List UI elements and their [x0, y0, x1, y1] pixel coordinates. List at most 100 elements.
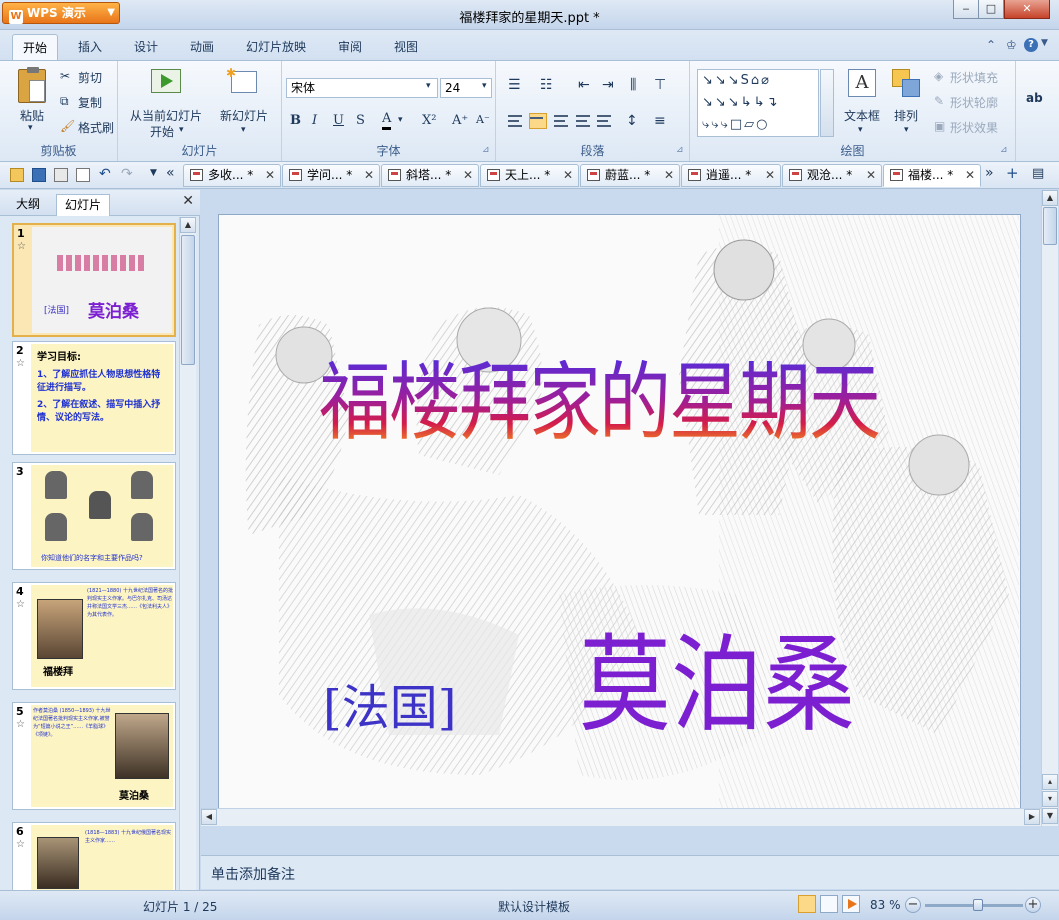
- notes-pane[interactable]: 单击添加备注: [201, 855, 1059, 889]
- doc-tab-active[interactable]: 福楼... * ✕: [883, 164, 981, 187]
- doc-tab[interactable]: 逍遥... * ✕: [681, 164, 781, 187]
- customize-qat-icon[interactable]: ▼: [150, 168, 157, 178]
- paste-icon[interactable]: [18, 67, 46, 103]
- notes-placeholder[interactable]: 单击添加备注: [211, 867, 295, 883]
- scrollbar-thumb[interactable]: [181, 235, 195, 365]
- slide-horizontal-scrollbar[interactable]: ◀ ▶: [201, 808, 1041, 826]
- shapes-gallery-scrollbar[interactable]: [820, 69, 834, 137]
- from-current-dropdown-icon[interactable]: ▾: [179, 125, 184, 135]
- close-tab-icon[interactable]: ✕: [965, 165, 975, 186]
- doc-tab[interactable]: 观沧... * ✕: [782, 164, 882, 187]
- tab-animation[interactable]: 动画: [190, 38, 214, 55]
- format-painter-button[interactable]: 格式刷: [78, 119, 114, 136]
- increase-indent-icon[interactable]: ⇥: [602, 77, 614, 93]
- arrange-icon[interactable]: [892, 69, 922, 97]
- collapse-ribbon-icon[interactable]: ⌃: [986, 38, 996, 52]
- distribute-icon[interactable]: [597, 115, 611, 127]
- text-direction-icon[interactable]: ⫼: [630, 77, 636, 93]
- thumbnail-scrollbar[interactable]: ▲: [179, 217, 196, 890]
- font-dialog-launcher-icon[interactable]: ⊿: [482, 145, 490, 155]
- tab-insert[interactable]: 插入: [78, 38, 102, 55]
- tab-slideshow[interactable]: 幻灯片放映: [246, 38, 306, 55]
- shapes-gallery[interactable]: ↘↘↘S⌂⌀ ↘↘↘↳↳↴ ⤷⤷⤷□▱○: [697, 69, 819, 137]
- cut-button[interactable]: 剪切: [78, 69, 102, 86]
- tab-view[interactable]: 视图: [394, 38, 418, 55]
- undo-icon[interactable]: ↶: [99, 166, 111, 182]
- justify-icon[interactable]: [576, 115, 590, 127]
- zoom-slider-thumb[interactable]: [973, 899, 983, 911]
- textbox-icon[interactable]: A: [848, 69, 876, 97]
- slide-thumbnail[interactable]: 5 ☆ 作者莫泊桑 (1850—1893) 十九世纪法国著名批判现实主义作家,被…: [12, 702, 176, 810]
- shape-effects-button[interactable]: 形状效果: [950, 119, 998, 136]
- grow-font-button[interactable]: A⁺: [452, 113, 468, 128]
- drawing-dialog-launcher-icon[interactable]: ⊿: [1000, 145, 1008, 155]
- close-pane-icon[interactable]: ✕: [182, 193, 194, 209]
- scroll-up-icon[interactable]: ▲: [1042, 190, 1058, 206]
- new-slide-icon[interactable]: ✱: [226, 66, 257, 93]
- previous-slide-icon[interactable]: ▴: [1042, 774, 1058, 790]
- arrange-button[interactable]: 排列: [894, 107, 918, 124]
- slide-thumbnail[interactable]: 4 ☆ 福楼拜 (1821—1880) 十九世纪法国著名的批判现实主义作家。与巴…: [12, 582, 176, 690]
- tab-list-icon[interactable]: ▤: [1032, 166, 1044, 181]
- paragraph-dialog-launcher-icon[interactable]: ⊿: [676, 145, 684, 155]
- redo-icon[interactable]: ↷: [121, 166, 133, 182]
- slideshow-view-icon[interactable]: [842, 895, 860, 913]
- help-icon[interactable]: ?: [1024, 38, 1038, 52]
- notes-splitter[interactable]: [201, 826, 1059, 854]
- tab-review[interactable]: 审阅: [338, 38, 362, 55]
- align-text-icon[interactable]: ⊤: [654, 77, 666, 93]
- slide-sorter-view-icon[interactable]: [820, 895, 838, 913]
- underline-button[interactable]: U: [333, 113, 344, 128]
- paste-button[interactable]: 粘贴: [20, 107, 44, 124]
- help-dropdown-icon[interactable]: ▼: [1041, 38, 1048, 48]
- skin-icon[interactable]: ♔: [1006, 38, 1017, 52]
- close-tab-icon[interactable]: ✕: [265, 165, 275, 186]
- scroll-left-icon[interactable]: ◀: [201, 809, 217, 825]
- close-tab-icon[interactable]: ✕: [463, 165, 473, 186]
- new-slide-button[interactable]: 新幻灯片: [220, 107, 268, 124]
- slide-thumbnail[interactable]: 3 你知道他们的名字和主要作品吗?: [12, 462, 176, 570]
- slide-vertical-scrollbar[interactable]: ▲ ▴ ▾ ▼: [1041, 190, 1058, 826]
- zoom-in-button[interactable]: +: [1025, 897, 1041, 913]
- bold-button[interactable]: B: [290, 113, 301, 128]
- scroll-right-icon[interactable]: ▶: [1024, 809, 1040, 825]
- scroll-down-icon[interactable]: ▼: [1042, 808, 1058, 824]
- font-name-dropdown-icon[interactable]: ▾: [426, 81, 431, 91]
- tabs-scroll-left-icon[interactable]: «: [166, 165, 175, 181]
- doc-tab[interactable]: 天上... * ✕: [480, 164, 579, 187]
- close-tab-icon[interactable]: ✕: [765, 165, 775, 186]
- close-tab-icon[interactable]: ✕: [364, 165, 374, 186]
- shadow-button[interactable]: S: [356, 113, 365, 128]
- font-name-select[interactable]: 宋体: [286, 78, 438, 98]
- numbering-icon[interactable]: ☷: [540, 77, 553, 93]
- current-slide[interactable]: 福楼拜家的星期天 [法国] 莫泊桑: [218, 214, 1021, 817]
- font-size-dropdown-icon[interactable]: ▾: [482, 81, 487, 91]
- save-icon[interactable]: [32, 168, 46, 182]
- paste-dropdown-icon[interactable]: ▾: [28, 123, 33, 133]
- doc-tab[interactable]: 学问... * ✕: [282, 164, 380, 187]
- font-color-button[interactable]: A: [382, 111, 392, 130]
- doc-tab[interactable]: 多收... * ✕: [183, 164, 281, 187]
- minimize-button[interactable]: ‒: [953, 0, 979, 19]
- next-slide-icon[interactable]: ▾: [1042, 791, 1058, 807]
- close-tab-icon[interactable]: ✕: [866, 165, 876, 186]
- tabs-scroll-right-icon[interactable]: »: [985, 165, 994, 181]
- from-current-slide-button[interactable]: 从当前幻灯片: [130, 107, 202, 124]
- close-tab-icon[interactable]: ✕: [664, 165, 674, 186]
- shapes-row[interactable]: ⤷⤷⤷□▱○: [702, 114, 818, 136]
- tab-outline[interactable]: 大纲: [8, 194, 48, 216]
- close-button[interactable]: ✕: [1004, 0, 1050, 19]
- align-center-icon[interactable]: [529, 113, 547, 129]
- shapes-row[interactable]: ↘↘↘S⌂⌀: [702, 70, 818, 92]
- normal-view-icon[interactable]: [798, 895, 816, 913]
- shape-fill-button[interactable]: 形状填充: [950, 69, 998, 86]
- superscript-button[interactable]: X²: [422, 113, 436, 128]
- decrease-indent-icon[interactable]: ⇤: [578, 77, 590, 93]
- shrink-font-button[interactable]: A⁻: [476, 113, 490, 126]
- doc-tab[interactable]: 斜塔... * ✕: [381, 164, 479, 187]
- zoom-slider[interactable]: [925, 899, 1023, 911]
- font-color-dropdown-icon[interactable]: ▾: [398, 115, 403, 125]
- slide-author-name[interactable]: 莫泊桑: [579, 632, 855, 739]
- print-icon[interactable]: [54, 168, 68, 182]
- line-spacing-icon[interactable]: ↕: [626, 113, 638, 129]
